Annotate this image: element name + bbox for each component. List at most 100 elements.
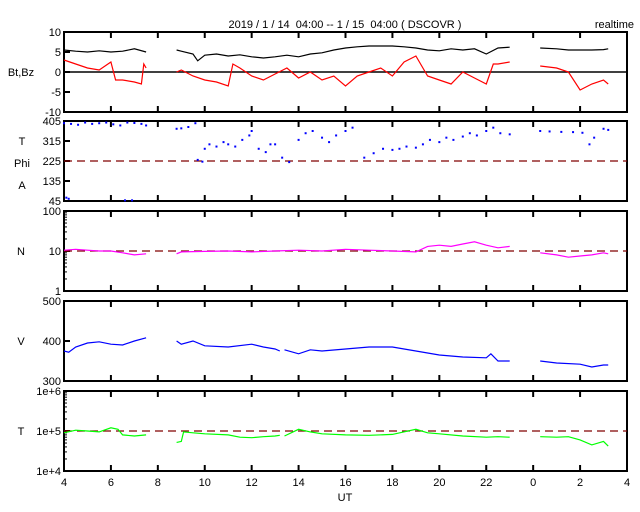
series-line-v: [540, 360, 609, 368]
data-point-phi: [269, 143, 272, 146]
x-tick-label: 10: [199, 477, 211, 489]
data-point-phi: [274, 143, 277, 146]
data-point-phi: [187, 126, 190, 128]
data-point-phi: [194, 122, 197, 125]
y-tick-label: 10: [49, 27, 61, 39]
series-line-n: [63, 248, 147, 256]
data-point-phi: [145, 124, 148, 127]
data-point-phi: [257, 147, 260, 150]
data-point-phi: [234, 145, 237, 148]
data-point-phi: [391, 148, 394, 151]
data-point-phi: [133, 122, 136, 124]
data-point-phi: [351, 126, 354, 129]
data-point-phi: [208, 143, 211, 146]
x-tick-label: 0: [530, 477, 536, 489]
data-point-phi: [475, 134, 478, 137]
x-tick-label: 18: [386, 477, 398, 489]
data-point-phi: [180, 127, 183, 130]
y-tick-label: 135: [43, 176, 61, 188]
data-point-phi: [84, 121, 87, 124]
series-line-v: [63, 337, 147, 353]
data-point-phi: [539, 130, 542, 132]
data-point-phi: [131, 199, 134, 202]
data-point-phi: [382, 147, 385, 150]
y-tick-label: 225: [43, 156, 61, 168]
series-line-v: [284, 346, 510, 362]
data-point-phi: [264, 151, 267, 154]
data-point-phi: [281, 156, 284, 159]
x-tick-label: 20: [433, 477, 445, 489]
series-line-n: [176, 241, 510, 255]
data-point-phi: [119, 124, 122, 127]
data-point-phi: [560, 130, 563, 133]
data-point-phi: [588, 143, 591, 146]
data-point-phi: [311, 130, 314, 132]
panel-label: T: [19, 136, 26, 148]
series-line-bt: [176, 45, 510, 62]
data-point-phi: [438, 141, 441, 144]
y-tick-label: 405: [43, 116, 61, 128]
data-point-phi: [414, 146, 417, 149]
data-point-phi: [572, 131, 575, 134]
data-point-phi: [461, 135, 464, 138]
data-point-phi: [428, 138, 431, 141]
x-tick-label: 8: [155, 477, 161, 489]
series-line-bt: [540, 47, 609, 51]
y-tick-label: 5: [55, 47, 61, 59]
series-line-bz: [540, 65, 609, 91]
data-point-phi: [203, 147, 206, 150]
y-tick-label: 400: [43, 336, 61, 348]
data-point-phi: [581, 131, 584, 134]
data-point-phi: [398, 147, 401, 150]
data-point-phi: [499, 132, 502, 135]
data-point-phi: [201, 160, 204, 163]
data-point-phi: [126, 121, 129, 124]
data-point-phi: [321, 136, 324, 139]
realtime-tag: realtime: [595, 19, 634, 31]
data-point-phi: [248, 134, 251, 137]
data-point-phi: [215, 145, 218, 148]
x-tick-label: 4: [61, 477, 67, 489]
y-tick-label: 315: [43, 136, 61, 148]
panel-label: N: [17, 246, 25, 258]
panel-label: T: [18, 426, 25, 438]
data-point-phi: [175, 127, 178, 130]
data-point-phi: [91, 122, 94, 125]
y-tick-label: 1e+4: [36, 466, 61, 478]
data-point-phi: [372, 152, 375, 155]
data-point-phi: [344, 130, 347, 132]
data-point-phi: [335, 134, 338, 137]
data-point-phi: [196, 158, 199, 161]
panel-label: Bt,Bz: [8, 67, 34, 79]
data-point-phi: [123, 199, 126, 202]
data-point-phi: [63, 122, 65, 125]
data-point-phi: [227, 143, 230, 146]
data-point-phi: [607, 128, 610, 131]
data-point-phi: [328, 141, 331, 144]
y-tick-label: 1e+6: [36, 386, 61, 398]
data-point-phi: [508, 133, 511, 136]
data-point-phi: [67, 197, 70, 200]
series-line-tp: [176, 431, 280, 443]
solar-wind-chart: 2019 / 1 / 14 04:00 -- 1 / 15 04:00 ( DS…: [8, 19, 634, 504]
series-line-tp: [540, 436, 609, 447]
x-tick-label: 12: [246, 477, 258, 489]
data-point-phi: [485, 130, 488, 132]
x-tick-label: 4: [624, 477, 630, 489]
data-point-phi: [602, 127, 605, 130]
panel-density: 110100N: [17, 206, 628, 298]
y-tick-label: 0: [55, 67, 61, 79]
data-point-phi: [105, 121, 108, 124]
data-point-phi: [288, 161, 291, 164]
panel-speed: 300400500V: [17, 296, 628, 388]
series-line-bz: [176, 55, 510, 87]
data-point-phi: [77, 123, 80, 126]
y-tick-label: -5: [51, 87, 61, 99]
panel-label: A: [18, 180, 26, 192]
panel-mag: -10-50510Bt,Bz: [8, 27, 628, 119]
panel-phi: 45135225315405TPhiA: [14, 116, 628, 208]
series-line-v: [176, 340, 281, 352]
y-tick-label: 1e+5: [36, 426, 61, 438]
data-point-phi: [65, 196, 68, 199]
data-point-phi: [250, 130, 253, 132]
